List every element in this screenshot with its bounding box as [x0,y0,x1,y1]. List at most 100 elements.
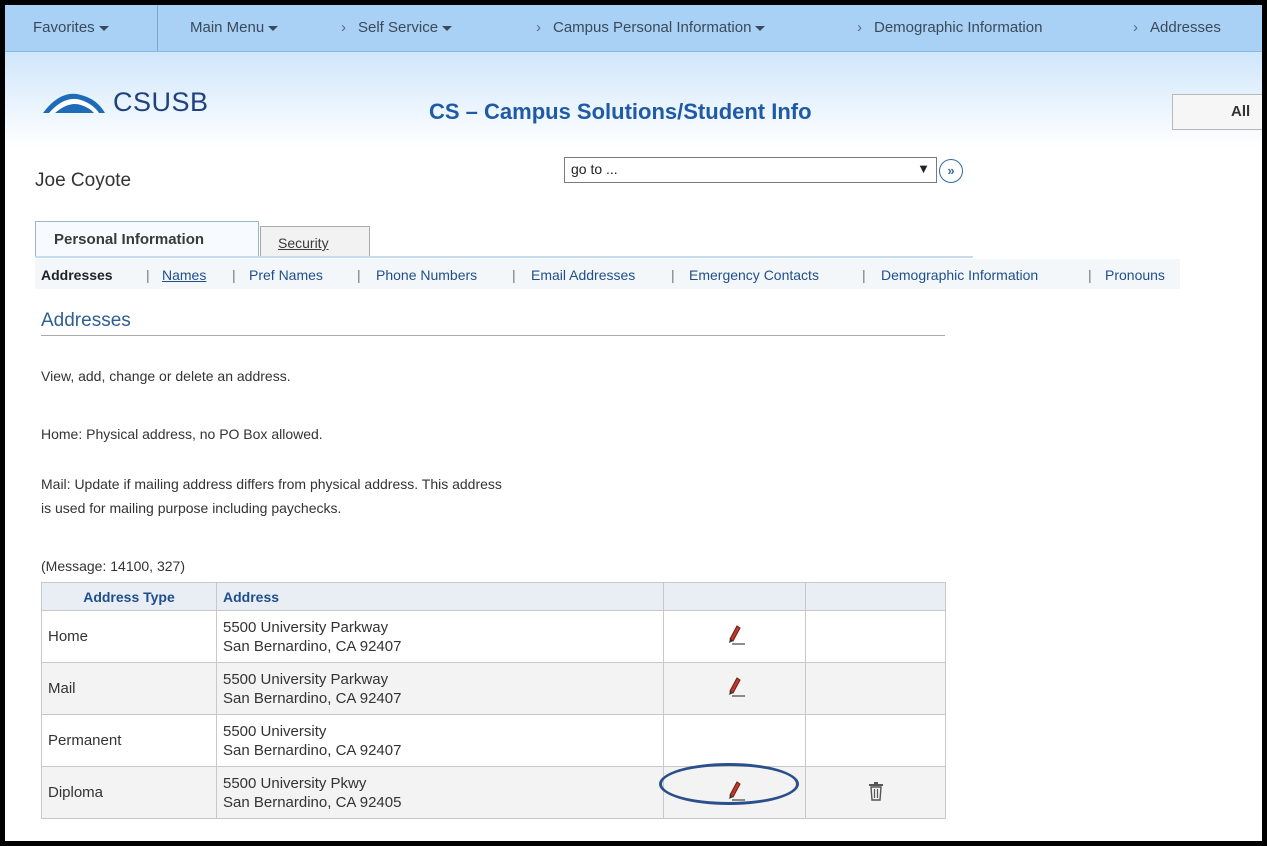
caret-down-icon [442,25,453,31]
delete-cell [805,714,946,767]
pencil-icon[interactable] [723,624,747,646]
address-type-cell: Diploma [41,766,217,819]
app-header: CSUSB CS – Campus Solutions/Student Info… [5,52,1262,148]
address-type-cell: Permanent [41,714,217,767]
pencil-icon[interactable] [723,676,747,698]
subnav-separator: | [862,267,866,283]
top-nav-bar: Favorites Main Menu › Self Service › Campu… [5,5,1262,52]
address-cell: 5500 University Parkway San Bernardino, C… [216,610,664,663]
chevron-down-icon: ▼ [917,161,930,176]
table-row: Permanent 5500 University San Bernardino,… [41,714,946,767]
breadcrumb-campus-personal-information[interactable]: › Campus Personal Information [536,19,766,36]
address-line: San Bernardino, CA 92407 [223,637,402,655]
chevron-right-icon: › [536,19,541,36]
chevron-right-icon: › [857,19,862,36]
address-line: San Bernardino, CA 92407 [223,741,402,759]
pencil-icon[interactable] [723,780,747,802]
chevron-right-icon: › [341,19,346,36]
subnav-separator: | [671,267,675,283]
section-title: Addresses [41,310,131,331]
mail-note-line: is used for mailing purpose including pa… [41,500,342,516]
caret-down-icon [755,25,766,31]
address-line: 5500 University Parkway [223,618,389,636]
subnav-bar: Addresses | Names | Pref Names | Phone N… [35,259,1180,289]
breadcrumb-demographic-information[interactable]: › Demographic Information [857,19,1042,36]
address-line: San Bernardino, CA 92407 [223,689,402,707]
chevron-right-icon: › [1133,19,1138,36]
breadcrumb-label: Addresses [1150,19,1221,36]
subnav-separator: | [146,267,150,283]
column-header-edit [663,582,806,611]
tab-divider [35,256,973,258]
page-frame: Favorites Main Menu › Self Service › Campu… [5,5,1262,841]
mountain-logo-icon [43,93,105,113]
subnav-separator: | [512,267,516,283]
table-row: Home 5500 University Parkway San Bernardi… [41,610,946,663]
subnav-separator: | [1088,267,1092,283]
breadcrumb-self-service[interactable]: › Self Service [341,19,453,36]
main-menu[interactable]: Main Menu [190,19,279,36]
edit-cell [663,610,806,663]
intro-text: View, add, change or delete an address. [41,368,291,384]
table-header-row: Address Type Address [41,582,946,611]
app-title: CS – Campus Solutions/Student Info [429,99,812,124]
goto-select[interactable]: go to ... ▼ [564,157,937,183]
subnav-pronouns[interactable]: Pronouns [1105,267,1165,283]
column-header-delete [805,582,946,611]
tab-security[interactable]: Security [260,226,370,257]
delete-cell [805,610,946,663]
trash-icon[interactable] [868,781,884,801]
subnav-phone-numbers[interactable]: Phone Numbers [376,267,477,283]
go-button[interactable]: » [939,159,963,183]
goto-select-value: go to ... [571,161,618,177]
address-cell: 5500 University San Bernardino, CA 92407 [216,714,664,767]
table-row: Mail 5500 University Parkway San Bernardi… [41,662,946,715]
double-chevron-right-icon: » [947,163,955,178]
breadcrumb-label: Demographic Information [874,19,1043,36]
subnav-pref-names[interactable]: Pref Names [249,267,323,283]
subnav-demographic-information[interactable]: Demographic Information [881,267,1038,283]
search-scope-label: All [1231,103,1251,120]
nav-separator [157,5,158,51]
column-header-address: Address [216,582,664,611]
address-line: 5500 University Pkwy [223,774,367,792]
caret-down-icon [268,25,279,31]
subnav-addresses: Addresses [41,267,113,283]
message-code: (Message: 14100, 327) [41,558,185,574]
subnav-names[interactable]: Names [162,267,206,283]
logo-text: CSUSB [113,87,209,117]
caret-down-icon [98,25,109,31]
main-menu-label: Main Menu [190,19,265,36]
delete-cell [805,766,946,819]
address-table: Address Type Address Home 5500 Universit… [41,582,946,819]
tab-personal-information[interactable]: Personal Information [35,221,259,257]
breadcrumb-label: Campus Personal Information [553,19,752,36]
subnav-separator: | [232,267,236,283]
subnav-separator: | [357,267,361,283]
edit-cell [663,714,806,767]
delete-cell [805,662,946,715]
column-header-address-type: Address Type [41,582,217,611]
tab-label: Personal Information [54,231,205,248]
edit-cell [659,763,806,819]
favorites-menu[interactable]: Favorites [33,19,109,36]
address-type-cell: Home [41,610,217,663]
address-line: San Bernardino, CA 92405 [223,793,402,811]
address-cell: 5500 University Parkway San Bernardino, C… [216,662,664,715]
subnav-emergency-contacts[interactable]: Emergency Contacts [689,267,819,283]
section-divider [41,335,945,336]
favorites-label: Favorites [33,19,95,36]
address-line: 5500 University [223,722,327,740]
breadcrumb-label: Self Service [358,19,439,36]
mail-note: Mail: Update if mailing address differs … [41,472,502,520]
search-scope-dropdown[interactable]: All [1172,94,1262,130]
subnav-email-addresses[interactable]: Email Addresses [531,267,635,283]
table-row: Diploma 5500 University Pkwy San Bernardi… [41,763,946,819]
home-note: Home: Physical address, no PO Box allowe… [41,426,323,442]
edit-cell [663,662,806,715]
mail-note-line: Mail: Update if mailing address differs … [41,476,502,492]
address-line: 5500 University Parkway [223,670,389,688]
breadcrumb-addresses[interactable]: › Addresses [1133,19,1221,36]
address-cell: 5500 University Pkwy San Bernardino, CA 9… [216,766,664,819]
address-type-cell: Mail [41,662,217,715]
